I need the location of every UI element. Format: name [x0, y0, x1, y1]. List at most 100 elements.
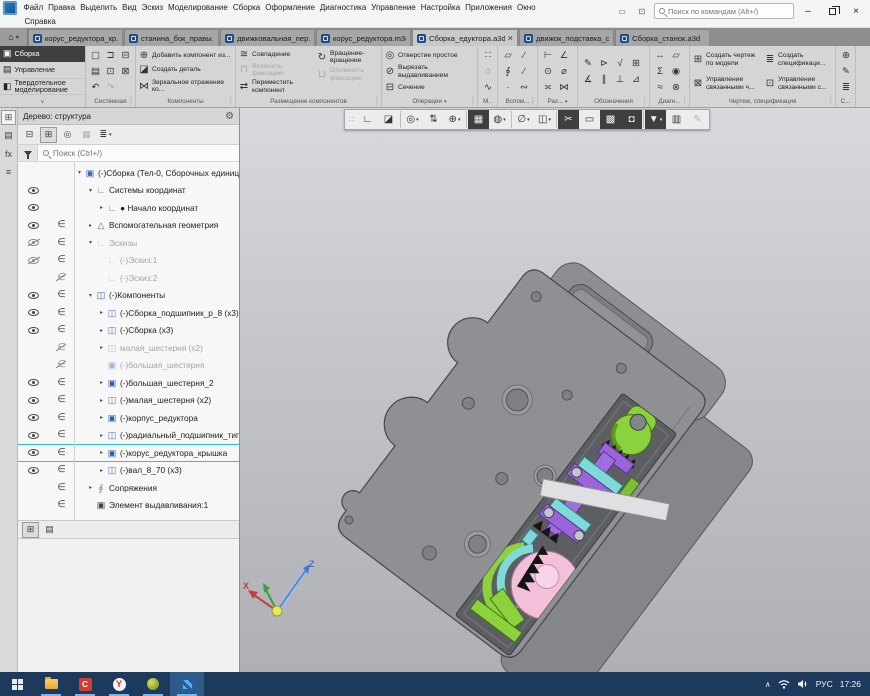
dropdown-caret-icon[interactable]: ▾	[660, 117, 663, 123]
section-line[interactable]: ⊿	[628, 72, 644, 88]
angle-mark[interactable]: ∡	[580, 72, 596, 88]
visibility-cell[interactable]	[18, 414, 48, 421]
visibility-cell[interactable]	[18, 204, 48, 211]
expand-arrow-icon[interactable]: ▸	[97, 397, 106, 404]
clip-view[interactable]: ◫ ▾	[534, 110, 555, 129]
tree-item-sketch-2[interactable]: ∈ ∟ (-)Эскиз:2	[18, 269, 239, 287]
pan-tool[interactable]: ⇅ ▾	[423, 110, 444, 129]
command-search-input[interactable]	[668, 7, 789, 16]
taskbar-viewer[interactable]	[136, 672, 170, 696]
visibility-cell[interactable]	[18, 292, 48, 299]
include-cell[interactable]: ∈	[48, 465, 75, 475]
tree-item-val-8-70[interactable]: ∈ ▸ ◫ (-)вал_8_70 (x3)	[18, 462, 239, 480]
note-leader[interactable]: ✎	[580, 56, 596, 72]
enable-fix-button[interactable]: ⊓Включить фиксацию	[238, 63, 314, 77]
visibility-cell[interactable]	[18, 187, 48, 194]
relations-view[interactable]: ▦ ▾	[78, 127, 95, 143]
command-search[interactable]	[654, 3, 794, 19]
panels-menu[interactable]: ≡	[1, 164, 16, 179]
filter-objects[interactable]: ▼ ▾	[645, 110, 666, 129]
disable-fix-button[interactable]: ⊔Отключить фиксацию	[316, 67, 378, 81]
menu-item[interactable]: Оформление	[263, 3, 318, 12]
menu-item[interactable]: Справка	[22, 17, 58, 26]
tree-item-sborka-x3[interactable]: ∈ ▸ ◫ (-)Сборка (x3)	[18, 322, 239, 340]
filter-button[interactable]	[18, 145, 38, 161]
viewport-3d[interactable]: ∷ ▾ ∟ ▾ ◪ ▾ ▾ ◎ ▾ ⇅ ▾ ⊕ ▾ ▾ ▦ ▾ ◍ ▾ ▾	[240, 108, 870, 672]
create-spec-button[interactable]: ≣Создать спецификаци...	[764, 48, 834, 72]
menu-item[interactable]: Диагностика	[317, 3, 368, 12]
expand-arrow-icon[interactable]: ▾	[86, 292, 95, 299]
tree-composition[interactable]: ≣ ▾	[97, 127, 114, 143]
visibility-cell[interactable]	[18, 449, 48, 456]
expand-arrow-icon[interactable]: ▾	[86, 239, 95, 246]
minimize-button[interactable]: –	[798, 3, 818, 19]
screen-preview-icon[interactable]: ⊡	[634, 5, 650, 18]
tree-search-input[interactable]	[53, 149, 239, 158]
move-component-button[interactable]: ⇄Переместить компонент	[238, 79, 314, 93]
gear-icon[interactable]: ⚙	[225, 111, 234, 122]
tab-korus-reduktora-m3d[interactable]: корус_редуктора.m3d ×	[316, 29, 411, 46]
tree-item-sketch-1[interactable]: ∈ ∟ (-)Эскиз:1	[18, 252, 239, 270]
redo[interactable]: ↷	[103, 80, 118, 96]
tab-sborka-eduktora[interactable]: Сборка_едуктора.a3d ×	[412, 29, 518, 46]
tree-item-malaya-shesternya-off[interactable]: ∈ ▸ ◫ малая_шестерня (x2)	[18, 339, 239, 357]
perpendicular-mark[interactable]: ⊥	[612, 72, 628, 88]
pattern-grid[interactable]: ∷	[480, 48, 496, 64]
expand-arrow-icon[interactable]: ▾	[86, 187, 95, 194]
tree-item-origin[interactable]: ∈ ▸ ∟ ● Начало координат	[18, 199, 239, 217]
mode-management[interactable]: ▤ Управление	[0, 62, 85, 78]
tab-sborka-stanok[interactable]: Сборка_станок.a3d ×	[615, 29, 710, 46]
expand-arrow-icon[interactable]: ▸	[97, 204, 106, 211]
tree-item-components[interactable]: ∈ ▾ ◫ (-)Компоненты	[18, 287, 239, 305]
rotation-rotation-button[interactable]: ↻Вращение-вращение	[316, 50, 378, 64]
quick-edit[interactable]: ✎ ▾	[687, 110, 708, 129]
structure-view-mode[interactable]: ⊞ ▾	[40, 127, 57, 143]
tree-item-bolshaya-shesternya[interactable]: ∈ ▣ (-)большая_шестерня	[18, 357, 239, 375]
group-handle-icon[interactable]: ┆	[683, 97, 687, 106]
volume-icon[interactable]	[797, 679, 809, 689]
layout-toggle-icon[interactable]: ▭	[614, 5, 630, 18]
hide-objects[interactable]: ∅ ▾	[513, 110, 534, 129]
dimension-linear[interactable]: ≍	[540, 80, 556, 96]
include-cell[interactable]: ∈	[48, 413, 75, 423]
include-cell[interactable]: ∈	[48, 483, 75, 493]
tab-close-icon[interactable]: ×	[508, 34, 513, 42]
tree-item-aux-geometry[interactable]: ∈ ▸ △ Вспомогательная геометрия	[18, 217, 239, 235]
measure-area[interactable]: ▱	[668, 48, 684, 64]
tab-stanina-bok[interactable]: станина_бок_правы... ×	[124, 29, 219, 46]
tree-item-coordinate-systems[interactable]: ∈ ▾ ∟ Системы координат	[18, 182, 239, 200]
dimension-chain[interactable]: ⋈	[556, 80, 572, 96]
construction-plane[interactable]: ▱	[500, 48, 516, 64]
visibility-cell[interactable]	[18, 309, 48, 316]
dropdown-caret-icon[interactable]: ▾	[109, 132, 112, 138]
pattern-along-curve[interactable]: ∿	[480, 80, 496, 96]
coordinate-systems-tool[interactable]: ⊕ ▾	[444, 110, 465, 129]
include-cell[interactable]: ∈	[48, 238, 75, 248]
menu-item[interactable]: Сборка	[230, 3, 262, 12]
tree-panel-toggle[interactable]: ⊞	[1, 110, 16, 125]
tree-item-extrude-element[interactable]: ∈ ▣ Элемент выдавливания:1	[18, 497, 239, 515]
display-mode-shaded[interactable]: ▦ ▾	[468, 110, 489, 129]
menu-item[interactable]: Эскиз	[139, 3, 165, 12]
new-document[interactable]: ▢	[88, 48, 103, 64]
coincide-button[interactable]: ≅Совпадение	[238, 49, 314, 60]
expand-arrow-icon[interactable]: ▸	[97, 327, 106, 334]
collision-check[interactable]: ◉	[668, 64, 684, 80]
construction-axis[interactable]: ∕	[516, 48, 532, 64]
orientation-iso[interactable]: ∟ ▾	[357, 110, 378, 129]
dimension-radial[interactable]: ⊙	[540, 64, 556, 80]
viewport-toolbar-button[interactable]: ▾	[466, 111, 467, 128]
layers-display[interactable]: ◘ ▾	[621, 110, 642, 129]
tree-item-korus-reduktora-kryshka[interactable]: ∈ ▸ ▣ (-)корус_редуктора_крышка	[18, 444, 239, 462]
surface-finish[interactable]: √	[612, 56, 628, 72]
expand-arrow-icon[interactable]: ▸	[97, 414, 106, 421]
expand-arrow-icon[interactable]: ▸	[97, 379, 106, 386]
group-handle-icon[interactable]: ┆	[829, 97, 833, 106]
wifi-icon[interactable]	[778, 679, 790, 689]
expand-arrow-icon[interactable]: ▸	[97, 467, 106, 474]
cut-extrude-button[interactable]: ⊘Вырезать выдавливанием	[384, 64, 475, 78]
expand-arrow-icon[interactable]: ▸	[97, 344, 106, 351]
dimension-auto[interactable]: ⊢	[540, 48, 556, 64]
group-expand-icon[interactable]: ▾	[565, 99, 568, 105]
group-handle-icon[interactable]: ┆	[471, 97, 475, 106]
